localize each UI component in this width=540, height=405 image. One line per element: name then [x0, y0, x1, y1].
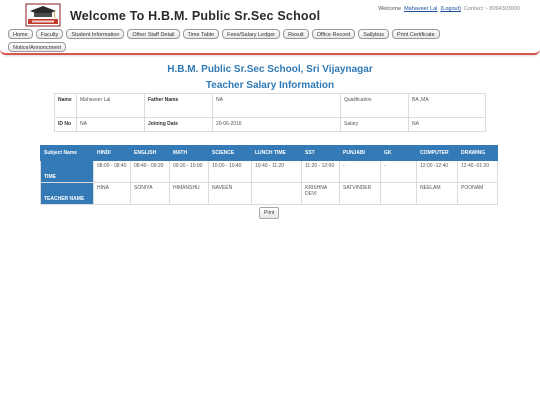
nav-print-certificate[interactable]: Print Certificate	[392, 29, 440, 39]
school-logo-icon	[25, 3, 61, 27]
joining-date-label: Joining Date	[144, 117, 213, 132]
teacher-cell: SATVINDER	[339, 182, 381, 205]
time-cell: 08:40 - 09:20	[130, 160, 170, 183]
info-row: Name Mahaveer Lal Father Name NA Qualifi…	[54, 93, 486, 118]
teacher-cell: POONAM	[457, 182, 498, 205]
teacher-cell: HIMANSHU	[169, 182, 209, 205]
salary-value: NA	[408, 117, 486, 132]
subject-cell: ENGLISH	[130, 145, 170, 161]
nav-sallybus[interactable]: Sallybus	[358, 29, 390, 39]
time-cell: 10:00 - 10:40	[208, 160, 252, 183]
father-name-label: Father Name	[144, 93, 213, 118]
site-header: Welcome To H.B.M. Public Sr.Sec School W…	[0, 0, 540, 55]
salary-label: Salary	[340, 117, 409, 132]
teacher-info-table: Name Mahaveer Lal Father Name NA Qualifi…	[54, 93, 486, 132]
qualification-value: BA ,MA	[408, 93, 486, 118]
subject-cell: MATH	[169, 145, 209, 161]
time-cell: 12:00 -12:40	[416, 160, 458, 183]
nav-faculty[interactable]: Faculty	[35, 29, 64, 39]
teacher-cell: HINA	[93, 182, 131, 205]
nav-notice-annoncment[interactable]: Notice/Annoncment	[8, 42, 66, 52]
time-cell: 10:40 - 11:20	[251, 160, 302, 183]
contact-text: Contact :- 8094303000	[464, 6, 520, 12]
time-row-header: TIME	[40, 160, 94, 183]
subject-cell: COMPUTER	[416, 145, 458, 161]
teacher-cell	[251, 182, 302, 205]
nav-other-staff-detail[interactable]: Other Staff Detail	[127, 29, 180, 39]
name-label: Name	[54, 93, 77, 118]
site-title: Welcome To H.B.M. Public Sr.Sec School	[70, 9, 321, 23]
time-cell: 08:00 - 08:40	[93, 160, 131, 183]
logout-link[interactable]: (Logout)	[440, 6, 461, 12]
user-info-bar: Welcome Mahaveer Lal (Logout) Contact :-…	[378, 6, 520, 12]
nav-home[interactable]: Home	[8, 29, 33, 39]
teacher-cell: NAVEEN	[208, 182, 252, 205]
subject-cell: GK	[380, 145, 417, 161]
teacher-cell: KRISHNA DEVI	[301, 182, 340, 205]
nav-result[interactable]: Result	[283, 29, 309, 39]
teacher-cell: SONIYA	[130, 182, 170, 205]
main-nav: Home Faculty Student Information Other S…	[8, 29, 478, 52]
teacher-row-header: TEACHER NAME	[40, 182, 94, 205]
timetable-header-row: Subject Name HINDI ENGLISH MATH SCIENCE …	[40, 145, 498, 161]
school-heading: H.B.M. Public Sr.Sec School, Sri Vijayna…	[167, 64, 373, 75]
teacher-cell	[380, 182, 417, 205]
subject-cell: LUNCH TIME	[251, 145, 302, 161]
time-cell: -	[339, 160, 381, 183]
user-name-link[interactable]: Mahaveer Lal	[404, 6, 437, 12]
teacher-cell: NEELAM	[416, 182, 458, 205]
nav-time-table[interactable]: Time Table	[182, 29, 220, 39]
info-row: ID No NA Joining Date 20-06-2016 Salary …	[54, 117, 486, 132]
page-title: Teacher Salary Information	[205, 80, 335, 91]
welcome-text: Welcome	[378, 6, 402, 12]
nav-fees-salary-ledger[interactable]: Fees/Salary Ledger	[222, 29, 281, 39]
subject-cell: DRAWING	[457, 145, 498, 161]
subject-cell: SCIENCE	[208, 145, 252, 161]
time-cell: -	[380, 160, 417, 183]
qualification-label: Qualification	[340, 93, 409, 118]
timetable-teacher-row: TEACHER NAME HINA SONIYA HIMANSHU NAVEEN…	[40, 182, 498, 205]
id-label: ID No	[54, 117, 77, 132]
father-name-value: NA	[212, 93, 341, 118]
nav-student-information[interactable]: Student Information	[66, 29, 125, 39]
name-value: Mahaveer Lal	[76, 93, 145, 118]
time-cell: 09:20 - 10:00	[169, 160, 209, 183]
nav-office-record[interactable]: Office Record	[311, 29, 356, 39]
subject-cell: SST	[301, 145, 340, 161]
subject-cell: HINDI	[93, 145, 131, 161]
subject-cell: PUNJABI	[339, 145, 381, 161]
time-cell: 12:40 -01:20	[457, 160, 498, 183]
subject-name-header: Subject Name	[40, 145, 94, 161]
timetable-time-row: TIME 08:00 - 08:40 08:40 - 09:20 09:20 -…	[40, 160, 498, 183]
time-cell: 11:20 - 12:00	[301, 160, 340, 183]
id-value: NA	[76, 117, 145, 132]
print-button[interactable]: Print	[259, 207, 280, 219]
timetable: Subject Name HINDI ENGLISH MATH SCIENCE …	[40, 145, 498, 205]
page-headings: H.B.M. Public Sr.Sec School, Sri Vijayna…	[0, 64, 540, 91]
joining-date-value: 20-06-2016	[212, 117, 341, 132]
